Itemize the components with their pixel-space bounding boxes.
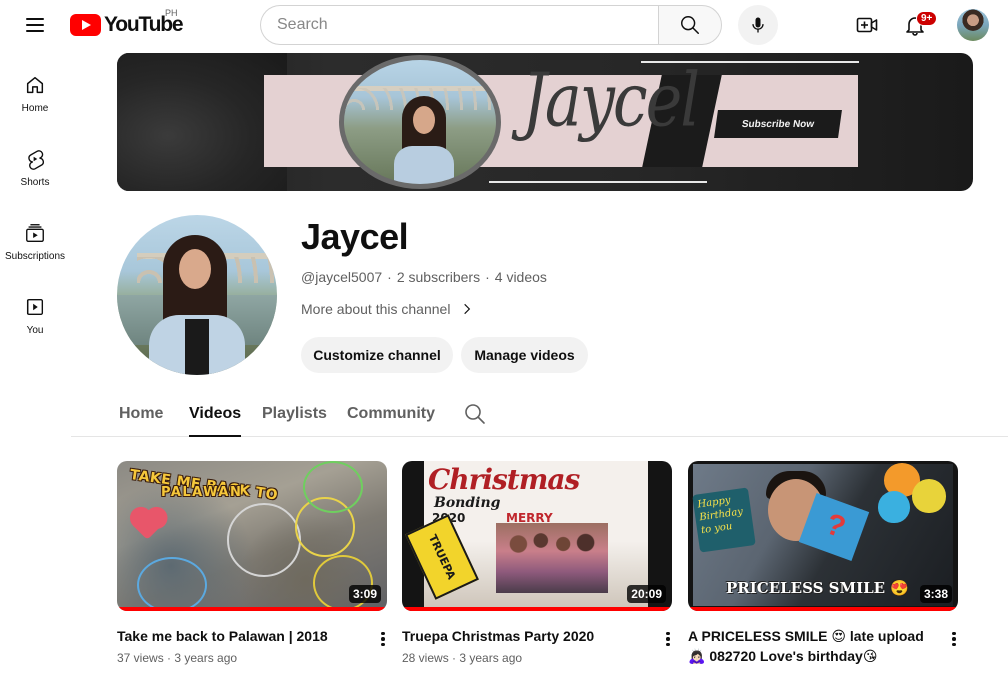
thumbnail-text: PRICELESS SMILE 😍 <box>726 579 910 597</box>
channel-handle: @jaycel5007 <box>301 269 383 285</box>
video-title[interactable]: Take me back to Palawan | 2018 <box>117 626 357 646</box>
banner-person <box>394 96 454 184</box>
video-thumbnail[interactable]: Christmas Bonding 2020 MERRY TRUEPA 20:0… <box>402 461 672 611</box>
subscriptions-icon <box>23 221 47 245</box>
youtube-play-icon <box>70 14 101 36</box>
video-thumbnail[interactable]: Happy Birthday to you PRICELESS SMILE 😍 … <box>688 461 958 611</box>
photo-ring <box>303 461 363 513</box>
chevron-right-icon <box>464 303 471 315</box>
face <box>179 249 211 289</box>
video-count: 4 videos <box>494 269 547 285</box>
channel-search-icon[interactable] <box>463 402 487 426</box>
thumbnail-text: Bonding <box>434 495 501 511</box>
video-meta: 28 views · 3 years ago <box>402 651 522 665</box>
video-title[interactable]: A PRICELESS SMILE 😍 late upload 🙇🏻‍♀️ 08… <box>688 626 928 666</box>
customize-channel-button[interactable]: Customize channel <box>301 337 453 373</box>
more-about-channel-link[interactable]: More about this channel <box>301 301 474 317</box>
watch-progress-bar <box>402 607 672 611</box>
mic-icon <box>752 17 764 33</box>
face <box>413 106 435 134</box>
watch-progress-bar <box>117 607 387 611</box>
sidebar-item-subscriptions[interactable]: Subscriptions <box>0 204 70 278</box>
photo-ring <box>137 557 207 611</box>
tab-playlists[interactable]: Playlists <box>262 392 327 436</box>
home-icon <box>23 73 47 97</box>
balloon <box>878 491 910 523</box>
meta-separator: · <box>452 651 457 665</box>
notification-badge: 9+ <box>916 11 938 26</box>
heart-icon <box>133 510 163 540</box>
banner-subscribe-label: Subscribe Now <box>714 110 842 138</box>
tab-home[interactable]: Home <box>119 392 163 436</box>
voice-search-button[interactable] <box>738 5 778 45</box>
jacket <box>394 146 454 184</box>
thumbnail-text: Christmas <box>428 463 580 496</box>
sidebar-item-label: Subscriptions <box>4 250 66 262</box>
account-avatar[interactable] <box>957 9 989 41</box>
top-bar: YouTube PH 9+ <box>0 0 1008 50</box>
create-icon <box>856 17 878 33</box>
view-count: 28 views <box>402 651 449 665</box>
you-icon <box>23 295 47 319</box>
video-card: Christmas Bonding 2020 MERRY TRUEPA 20:0… <box>402 461 672 665</box>
meta-separator: · <box>167 651 172 665</box>
about-label: More about this channel <box>301 301 451 317</box>
more-actions-icon[interactable] <box>371 627 395 651</box>
channel-tabs: Home Videos Playlists Community <box>71 392 1008 437</box>
banner-script-text: Jaycel <box>522 55 700 144</box>
video-title[interactable]: Truepa Christmas Party 2020 <box>402 626 642 646</box>
upload-age: 3 years ago <box>174 651 238 665</box>
channel-title: Jaycel <box>301 216 409 257</box>
manage-videos-button[interactable]: Manage videos <box>461 337 588 373</box>
shorts-icon <box>23 147 47 171</box>
balloon <box>912 479 946 513</box>
tab-videos[interactable]: Videos <box>189 392 242 437</box>
thumbnail-text: Happy Birthday to you <box>692 487 756 553</box>
sidebar-item-you[interactable]: You <box>0 278 70 352</box>
more-actions-icon[interactable] <box>656 627 680 651</box>
channel-meta: @jaycel5007 · 2 subscribers · 4 videos <box>301 269 547 285</box>
sidebar-item-home[interactable]: Home <box>0 56 70 130</box>
banner-photo <box>339 55 501 189</box>
sidebar-item-label: You <box>26 324 44 336</box>
meta-separator: · <box>485 269 490 285</box>
search-icon <box>681 16 699 34</box>
meta-separator: · <box>387 269 392 285</box>
view-count: 37 views <box>117 651 164 665</box>
video-thumbnail[interactable]: TAKE ME BACK TO PALAWAN 3:09 <box>117 461 387 611</box>
create-button[interactable] <box>848 6 886 44</box>
tab-community[interactable]: Community <box>347 392 435 436</box>
upload-age: 3 years ago <box>459 651 523 665</box>
subscriber-count: 2 subscribers <box>396 269 481 285</box>
group-photo <box>496 523 608 593</box>
search-bar <box>260 5 722 45</box>
channel-banner: Jaycel Subscribe Now <box>117 53 973 191</box>
search-input[interactable] <box>260 5 658 45</box>
channel-avatar[interactable] <box>117 215 277 375</box>
watch-progress-bar <box>688 607 958 611</box>
sidebar-item-label: Home <box>21 102 49 114</box>
photo-ring <box>227 503 301 577</box>
banner-arrow-line <box>489 181 707 183</box>
side-nav: Home Shorts Subscriptions You <box>0 56 70 352</box>
shirt <box>185 319 209 375</box>
sidebar-item-label: Shorts <box>20 176 50 188</box>
thumbnail-text: MERRY <box>506 511 553 525</box>
video-duration: 20:09 <box>627 585 666 603</box>
video-duration: 3:38 <box>919 585 952 603</box>
video-duration: 3:09 <box>348 585 381 603</box>
youtube-logo[interactable]: YouTube PH <box>70 8 184 38</box>
banner-rock-background <box>117 53 287 191</box>
more-actions-icon[interactable] <box>942 627 966 651</box>
avatar-person <box>149 235 245 375</box>
search-button[interactable] <box>658 5 722 45</box>
thumbnail-text: PALAWAN <box>161 485 243 500</box>
video-card: TAKE ME BACK TO PALAWAN 3:09 Take me bac… <box>117 461 387 665</box>
menu-icon[interactable] <box>16 8 54 42</box>
video-card: Happy Birthday to you PRICELESS SMILE 😍 … <box>688 461 958 664</box>
video-meta: 37 views · 3 years ago <box>117 651 237 665</box>
country-code: PH <box>165 8 178 18</box>
sidebar-item-shorts[interactable]: Shorts <box>0 130 70 204</box>
notifications-button[interactable]: 9+ <box>896 6 938 44</box>
